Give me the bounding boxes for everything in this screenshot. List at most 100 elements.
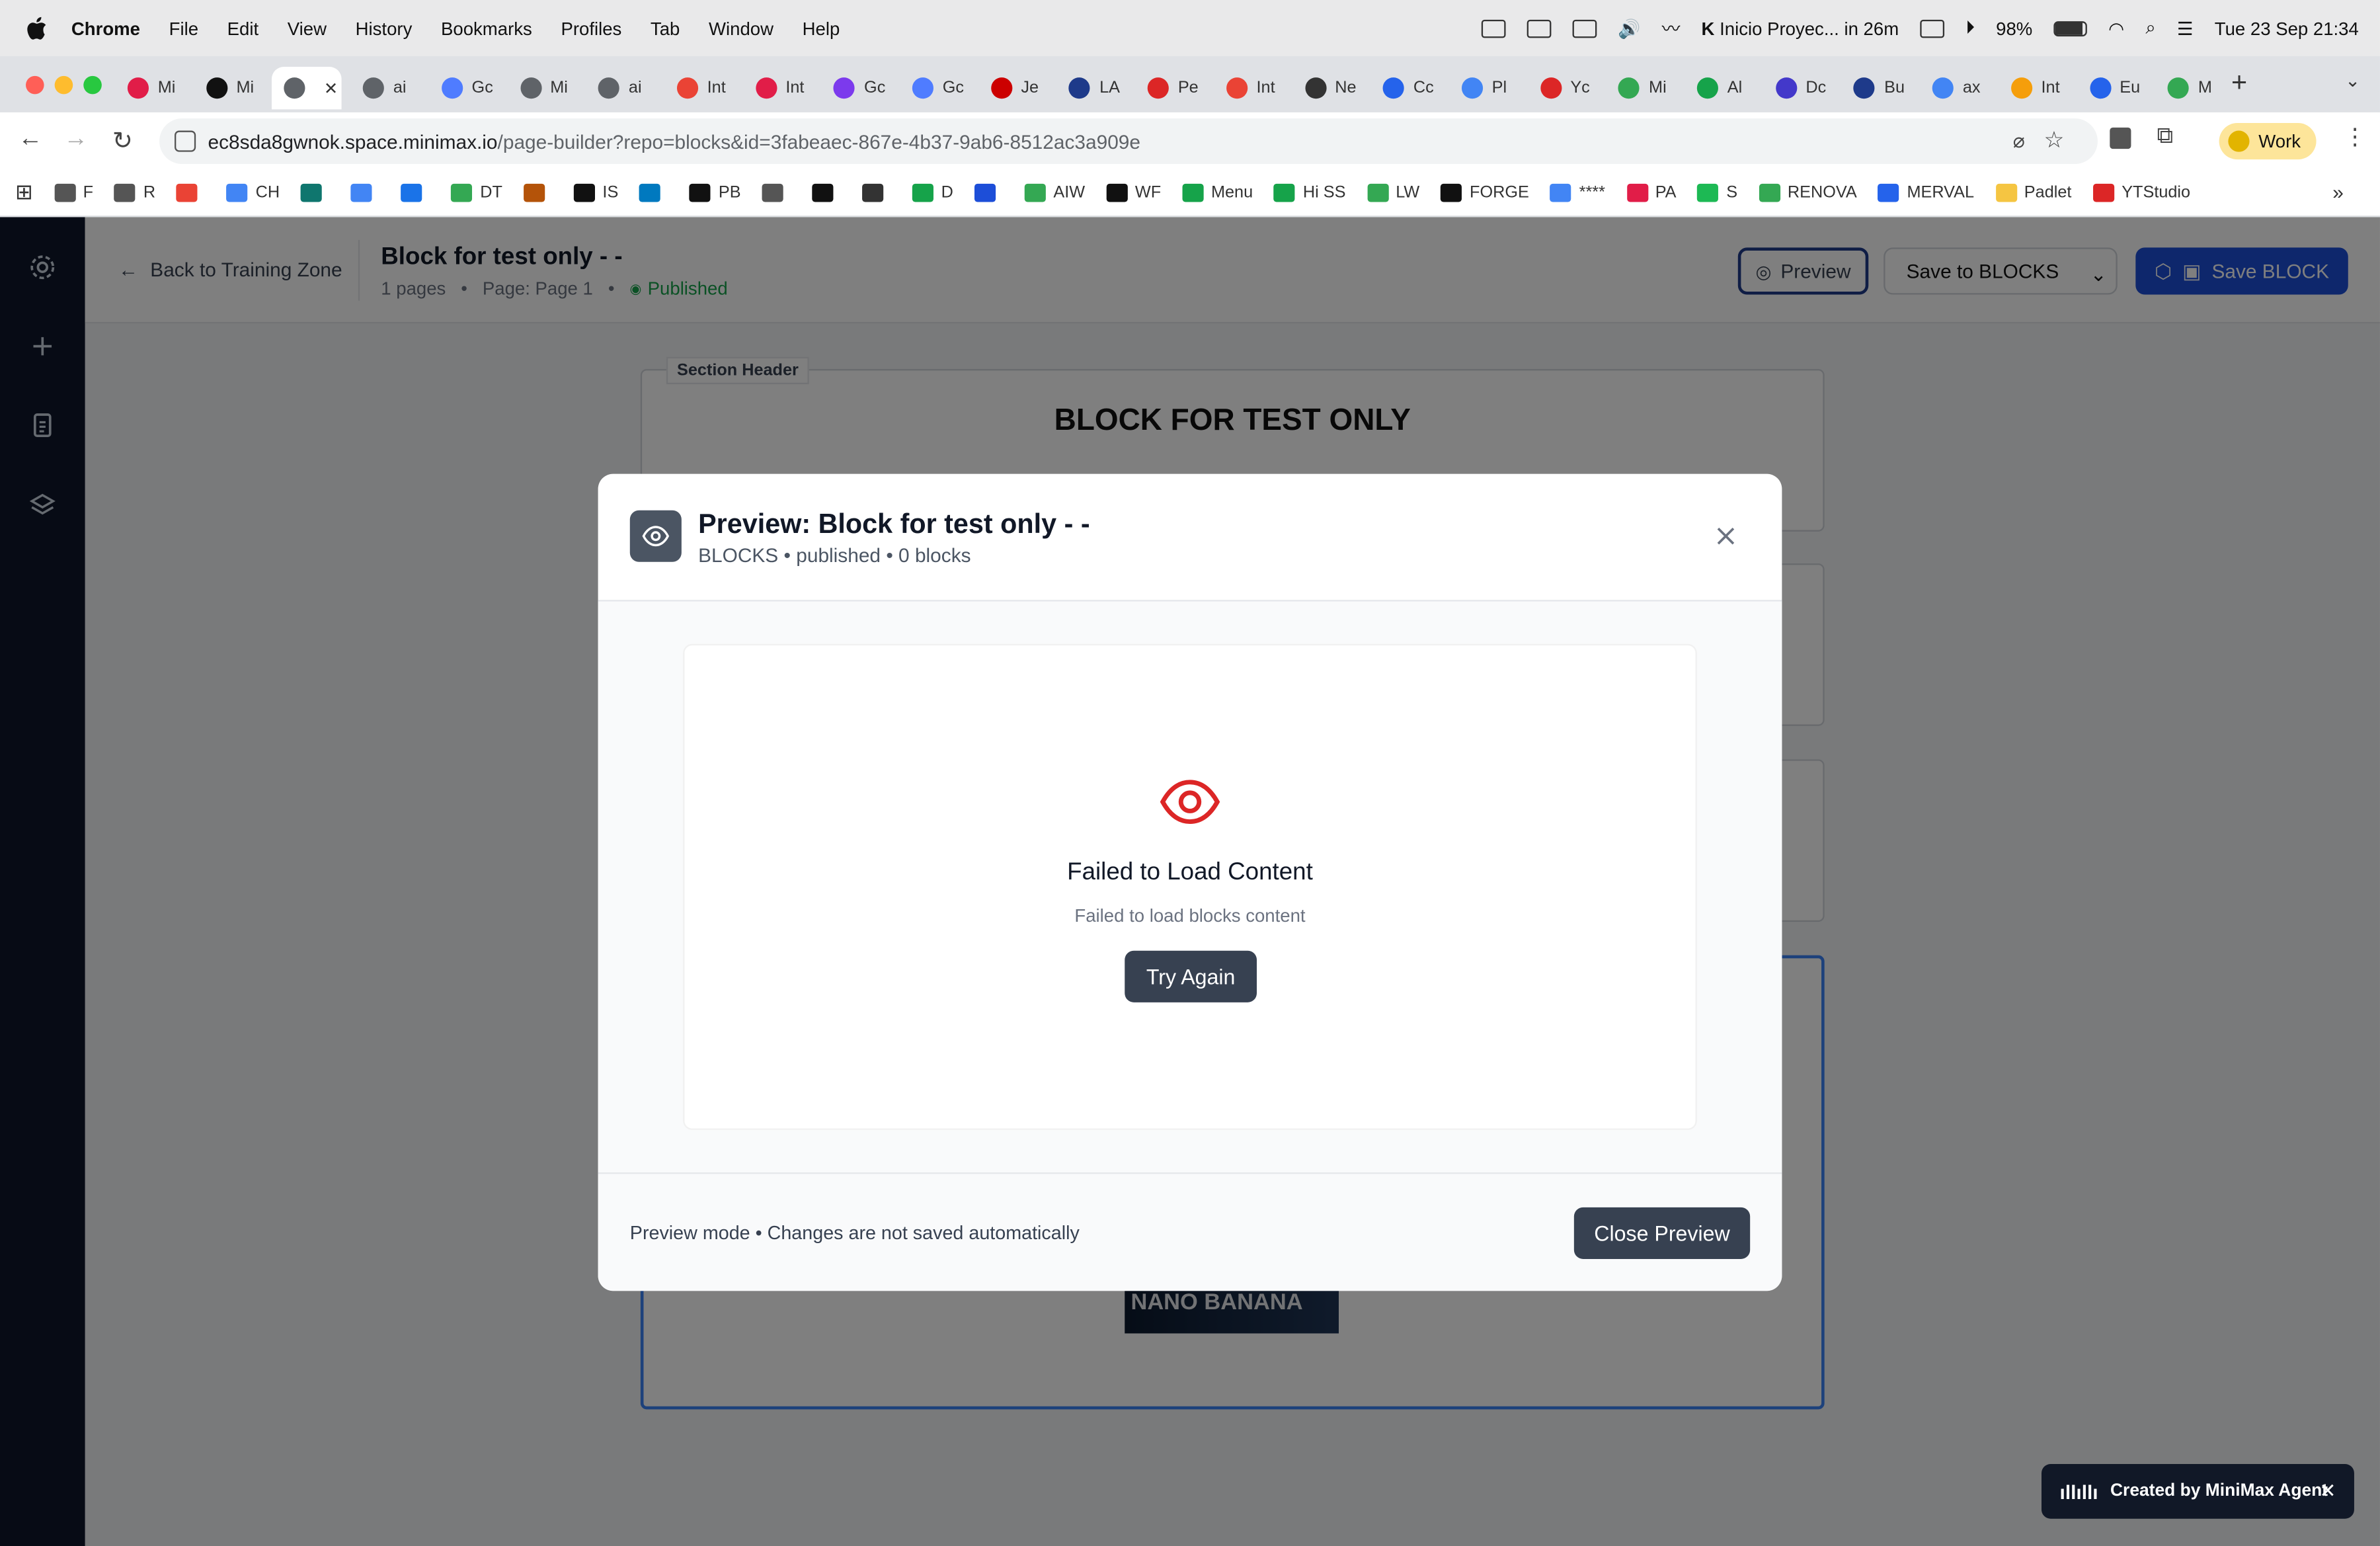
- zoom-window-button[interactable]: [83, 75, 102, 95]
- browser-tab[interactable]: Pe: [1147, 67, 1199, 109]
- browser-tab[interactable]: Bu: [1854, 67, 1905, 109]
- display-icon[interactable]: [1527, 19, 1552, 38]
- play-icon[interactable]: ⏵: [1965, 17, 1975, 39]
- menu-profiles[interactable]: Profiles: [561, 17, 621, 38]
- bookmark-item[interactable]: FORGE: [1441, 183, 1529, 202]
- bookmark-item[interactable]: PB: [690, 183, 741, 202]
- bookmark-item[interactable]: [639, 183, 668, 202]
- chrome-menu-icon[interactable]: ⋮: [2344, 123, 2366, 150]
- try-again-button[interactable]: Try Again: [1125, 950, 1257, 1002]
- bookmark-item[interactable]: YTStudio: [2092, 183, 2190, 202]
- bookmark-item[interactable]: [401, 183, 430, 202]
- browser-tab[interactable]: Pl: [1461, 67, 1507, 109]
- forward-arrow-icon[interactable]: →: [63, 126, 88, 153]
- apple-icon[interactable]: [26, 16, 47, 40]
- bookmark-item[interactable]: R: [114, 183, 155, 202]
- bookmark-item[interactable]: CH: [227, 183, 280, 202]
- browser-tab[interactable]: Yc: [1540, 67, 1590, 109]
- site-info-icon[interactable]: [175, 130, 196, 152]
- calendar-event[interactable]: K Inicio Proyec... in 26m: [1702, 17, 1899, 38]
- spotlight-icon[interactable]: ⌕: [2145, 17, 2155, 39]
- browser-tab[interactable]: Je: [990, 67, 1039, 109]
- browser-tab[interactable]: ai: [598, 67, 642, 109]
- bookmark-item[interactable]: DT: [451, 183, 502, 202]
- extension-icon-1[interactable]: [2110, 127, 2131, 149]
- bookmark-item[interactable]: [862, 183, 891, 202]
- card-icon[interactable]: [1920, 19, 1945, 38]
- bookmark-item[interactable]: ****: [1550, 183, 1605, 202]
- browser-tab[interactable]: Al: [1696, 67, 1742, 109]
- bookmark-item[interactable]: [177, 183, 206, 202]
- control-center-icon[interactable]: ☰: [2177, 17, 2194, 38]
- activity-icon[interactable]: 〰: [1662, 15, 1681, 41]
- browser-tab[interactable]: Int: [2010, 67, 2060, 109]
- menu-file[interactable]: File: [169, 17, 198, 38]
- bookmark-item[interactable]: AIW: [1024, 183, 1085, 202]
- screens-icon[interactable]: [1572, 19, 1597, 38]
- volume-icon[interactable]: 🔊: [1618, 17, 1640, 38]
- browser-tab[interactable]: ax: [1932, 67, 1981, 109]
- apps-grid-icon[interactable]: ⊞: [15, 179, 33, 205]
- menu-help[interactable]: Help: [803, 17, 840, 38]
- menu-edit[interactable]: Edit: [227, 17, 258, 38]
- bookmark-item[interactable]: Padlet: [1995, 183, 2071, 202]
- bookmark-item[interactable]: D: [912, 183, 953, 202]
- browser-tab[interactable]: Int: [676, 67, 726, 109]
- menu-tab[interactable]: Tab: [651, 17, 680, 38]
- browser-tab[interactable]: LA: [1069, 67, 1120, 109]
- browser-tab[interactable]: Eu: [2089, 67, 2140, 109]
- bookmark-item[interactable]: [974, 183, 1004, 202]
- bookmarks-overflow-icon[interactable]: »: [2332, 181, 2344, 203]
- bookmark-item[interactable]: [524, 183, 553, 202]
- bookmark-item[interactable]: MERVAL: [1878, 183, 1974, 202]
- bookmark-item[interactable]: PA: [1626, 183, 1677, 202]
- tab-search-icon[interactable]: ⌄: [2345, 70, 2360, 91]
- browser-tab[interactable]: Gc: [834, 67, 885, 109]
- browser-tab[interactable]: Gc: [441, 67, 493, 109]
- bookmark-item[interactable]: RENOVA: [1759, 183, 1857, 202]
- browser-tab[interactable]: Mi: [520, 67, 568, 109]
- sidebar-toggle-icon[interactable]: [1481, 19, 1506, 38]
- menu-window[interactable]: Window: [709, 17, 774, 38]
- close-window-button[interactable]: [26, 75, 44, 95]
- bookmark-star-icon[interactable]: ☆: [2044, 126, 2065, 153]
- bookmark-item[interactable]: [762, 183, 791, 202]
- close-icon[interactable]: ✕: [2319, 1479, 2336, 1504]
- back-arrow-icon[interactable]: ←: [19, 126, 43, 153]
- bookmark-item[interactable]: S: [1697, 183, 1737, 202]
- browser-tab[interactable]: Mi: [1618, 67, 1667, 109]
- extensions-puzzle-icon[interactable]: ⧉: [2157, 123, 2173, 149]
- clock[interactable]: Tue 23 Sep 21:34: [2215, 17, 2359, 38]
- browser-tab[interactable]: Gc: [912, 67, 964, 109]
- minimize-window-button[interactable]: [54, 75, 73, 95]
- install-icon[interactable]: ⌀: [2013, 129, 2025, 153]
- browser-tab[interactable]: ai: [362, 67, 407, 109]
- menu-history[interactable]: History: [356, 17, 413, 38]
- browser-tab[interactable]: Mi: [206, 67, 254, 109]
- browser-tab[interactable]: Ne: [1304, 67, 1357, 109]
- profile-chip[interactable]: Work: [2219, 123, 2317, 160]
- battery-icon[interactable]: [2053, 20, 2087, 36]
- browser-tab[interactable]: Dc: [1775, 67, 1826, 109]
- menu-app-name[interactable]: Chrome: [71, 17, 140, 38]
- close-preview-button[interactable]: Close Preview: [1573, 1207, 1751, 1259]
- bookmark-item[interactable]: Menu: [1182, 183, 1253, 202]
- bookmark-item[interactable]: IS: [573, 183, 618, 202]
- browser-tab[interactable]: Int: [755, 67, 804, 109]
- tab-close-icon[interactable]: ✕: [324, 78, 338, 99]
- wifi-icon[interactable]: ◠: [2108, 17, 2124, 38]
- reload-icon[interactable]: ↻: [112, 126, 133, 157]
- close-icon[interactable]: [1714, 524, 1738, 548]
- bookmark-item[interactable]: [301, 183, 330, 202]
- browser-tab[interactable]: ✕: [272, 67, 342, 110]
- new-tab-button[interactable]: +: [2231, 67, 2247, 99]
- browser-tab[interactable]: M: [2167, 67, 2212, 109]
- bookmark-item[interactable]: WF: [1106, 183, 1161, 202]
- browser-tab[interactable]: Mi: [127, 67, 175, 109]
- menu-bookmarks[interactable]: Bookmarks: [441, 17, 532, 38]
- bookmark-item[interactable]: [812, 183, 841, 202]
- bookmark-item[interactable]: [351, 183, 380, 202]
- browser-tab[interactable]: Int: [1226, 67, 1275, 109]
- bookmark-item[interactable]: LW: [1367, 183, 1419, 202]
- address-bar[interactable]: ec8sda8gwnok.space.minimax.io/page-build…: [159, 118, 2098, 165]
